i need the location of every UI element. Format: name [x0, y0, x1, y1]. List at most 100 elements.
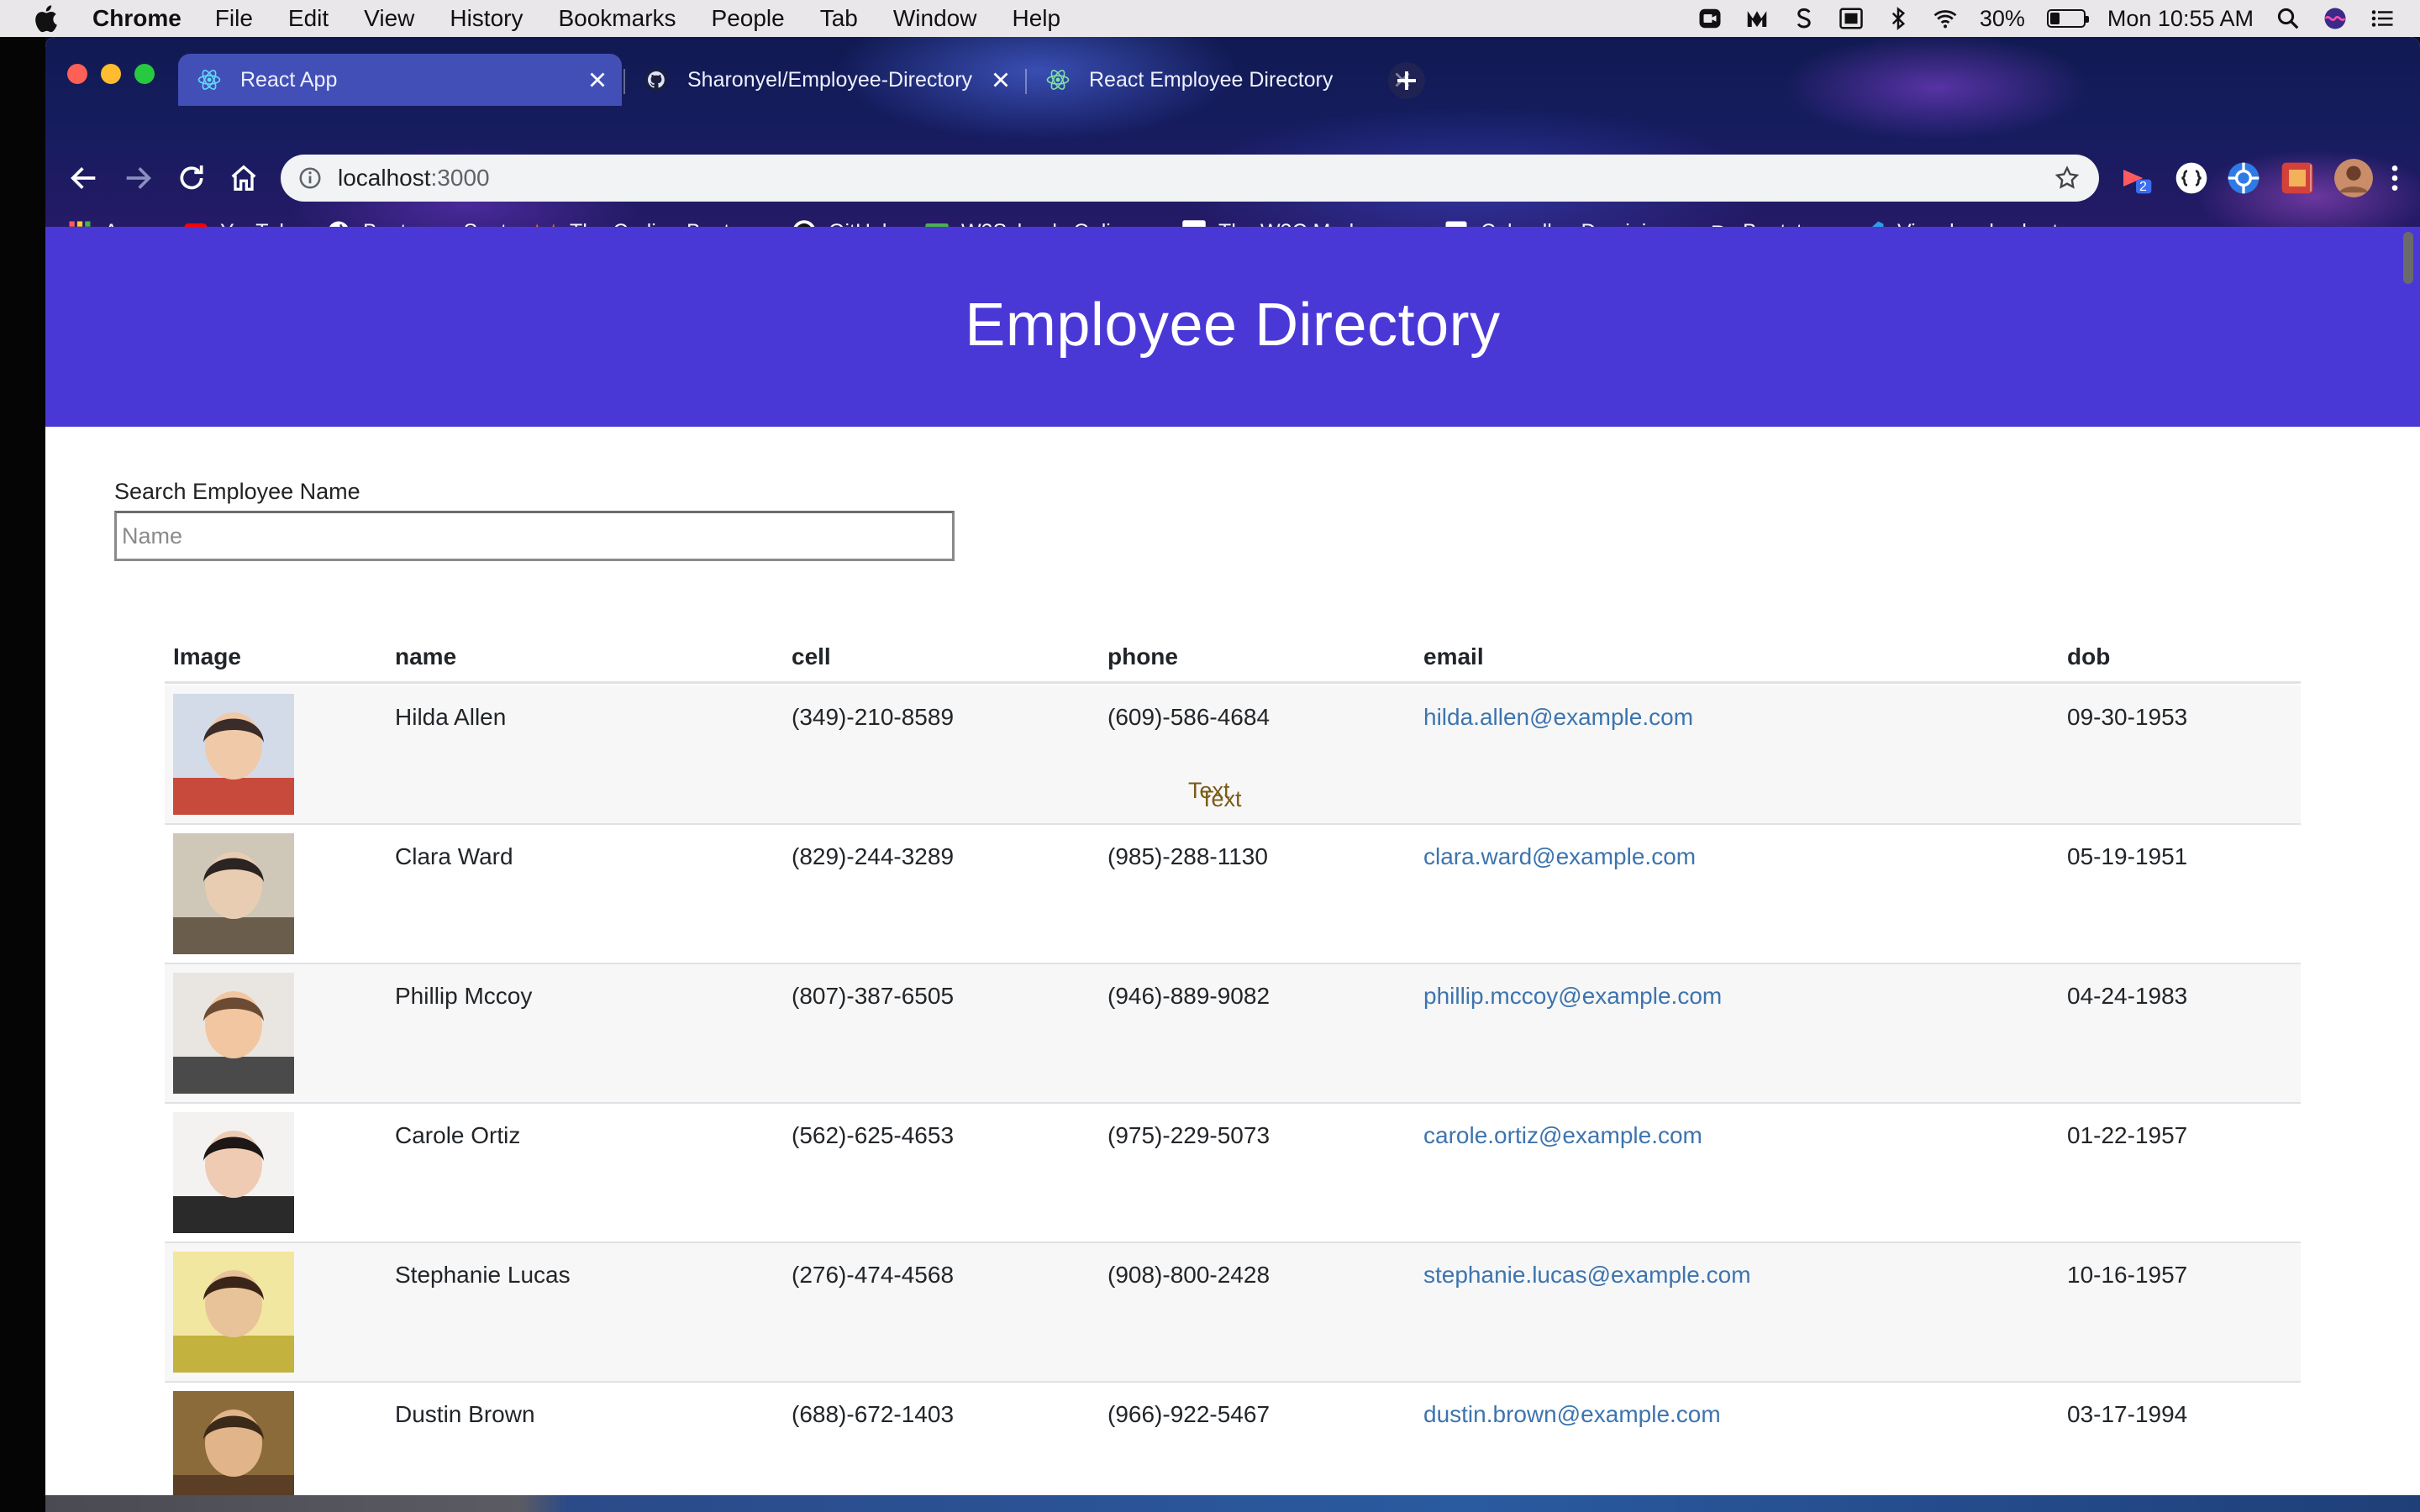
- employee-phone: (609)-586-4684: [1107, 704, 1270, 730]
- close-icon[interactable]: [988, 67, 1013, 92]
- address-bar[interactable]: localhost:3000: [281, 155, 2099, 202]
- employee-email[interactable]: phillip.mccoy@example.com: [1423, 983, 1722, 1010]
- back-arrow-icon[interactable]: [67, 161, 101, 195]
- menu-file[interactable]: File: [215, 5, 253, 32]
- profile-avatar-icon[interactable]: [2334, 159, 2373, 197]
- extension-blue-target-icon[interactable]: [2227, 161, 2260, 195]
- window-zoom-button[interactable]: [134, 64, 155, 84]
- screen-mirroring-icon[interactable]: [1839, 6, 1864, 31]
- siri-icon[interactable]: [2323, 6, 2348, 31]
- plus-icon: [1397, 71, 1416, 90]
- page-content: Employee Directory Search Employee Name …: [45, 227, 2420, 1495]
- status-tray: 30% Mon 10:55 AM: [1697, 0, 2395, 37]
- employee-cell: (829)-244-3289: [792, 843, 955, 869]
- table-row: Phillip Mccoy (807)-387-6505 (946)-889-908…: [165, 964, 2301, 1104]
- extension-cast-icon[interactable]: 2: [2119, 161, 2153, 195]
- bluetooth-icon[interactable]: [1886, 6, 1911, 31]
- menu-help[interactable]: Help: [1012, 5, 1060, 32]
- table-row: Stephanie Lucas (276)-474-4568 (908)-800-2…: [165, 1243, 2301, 1383]
- menu-window[interactable]: Window: [893, 5, 977, 32]
- column-header-image[interactable]: Image: [173, 643, 241, 670]
- home-icon[interactable]: [227, 161, 260, 195]
- column-header-name[interactable]: name: [395, 643, 456, 670]
- menu-edit[interactable]: Edit: [288, 5, 329, 32]
- menu-bookmarks[interactable]: Bookmarks: [558, 5, 676, 32]
- close-icon[interactable]: [585, 67, 610, 92]
- video-camera-icon[interactable]: [1697, 6, 1723, 31]
- employee-name: Stephanie Lucas: [395, 1262, 571, 1288]
- tab-react-employee-directory[interactable]: React Employee Directory: [1027, 54, 1427, 106]
- desktop-dock-strip: [45, 1495, 2420, 1512]
- table-row: Dustin Brown (688)-672-1403 (966)-922-5467…: [165, 1383, 2301, 1495]
- window-close-button[interactable]: [67, 64, 87, 84]
- employee-photo: [173, 1112, 294, 1233]
- employee-photo: [173, 1391, 294, 1495]
- menu-people[interactable]: People: [712, 5, 785, 32]
- tab-github-repo[interactable]: Sharonyel/Employee-Directory: [625, 54, 1025, 106]
- employee-email[interactable]: dustin.brown@example.com: [1423, 1401, 1721, 1428]
- column-header-email[interactable]: email: [1423, 643, 1484, 670]
- url-host: localhost: [338, 165, 431, 191]
- employee-email[interactable]: stephanie.lucas@example.com: [1423, 1262, 1751, 1289]
- menu-tab[interactable]: Tab: [820, 5, 858, 32]
- tab-title: Sharonyel/Employee-Directory: [687, 67, 973, 92]
- employee-email[interactable]: hilda.allen@example.com: [1423, 704, 1693, 731]
- employee-cell: (807)-387-6505: [792, 983, 955, 1009]
- employee-email[interactable]: carole.ortiz@example.com: [1423, 1122, 1702, 1149]
- react-icon: [197, 70, 221, 90]
- column-header-phone[interactable]: phone: [1107, 643, 1178, 670]
- employee-email[interactable]: clara.ward@example.com: [1423, 843, 1696, 870]
- battery-icon[interactable]: [2046, 9, 2089, 28]
- menu-history[interactable]: History: [450, 5, 523, 32]
- avatar-portrait-icon: [173, 1112, 294, 1233]
- avatar-portrait-icon: [173, 973, 294, 1094]
- hero-header: Employee Directory: [45, 227, 2420, 427]
- wifi-icon[interactable]: [1933, 6, 1958, 31]
- malwarebytes-icon[interactable]: [1744, 6, 1770, 31]
- browser-window: React App Sharonyel/Employee-Directory R…: [45, 37, 2420, 1495]
- spotlight-search-icon[interactable]: [2275, 6, 2301, 31]
- extension-badge: 2: [2139, 180, 2147, 194]
- stray-text-label: Text: [1200, 786, 1242, 811]
- column-header-cell[interactable]: cell: [792, 643, 831, 670]
- apple-icon[interactable]: [30, 2, 64, 35]
- employee-cell: (276)-474-4568: [792, 1262, 955, 1288]
- tab-title: React Employee Directory: [1089, 67, 1334, 92]
- search-input[interactable]: [114, 511, 955, 561]
- extension-json-icon[interactable]: [2175, 161, 2208, 195]
- macos-menu-bar: Chrome File Edit View History Bookmarks …: [0, 0, 2420, 37]
- column-header-dob[interactable]: dob: [2067, 643, 2110, 670]
- employee-phone: (908)-800-2428: [1107, 1262, 1270, 1288]
- search-label: Search Employee Name: [114, 479, 360, 504]
- window-minimize-button[interactable]: [101, 64, 121, 84]
- employee-phone: (985)-288-1130: [1107, 843, 1268, 869]
- dollar-s-icon[interactable]: [1791, 6, 1817, 31]
- employee-phone: (966)-922-5467: [1107, 1401, 1270, 1427]
- table-row: Carole Ortiz (562)-625-4653 (975)-229-5073…: [165, 1104, 2301, 1243]
- battery-percent[interactable]: 30%: [1980, 6, 2025, 32]
- employee-phone: (946)-889-9082: [1107, 983, 1270, 1009]
- info-icon[interactable]: [297, 165, 323, 191]
- desktop-edge: [0, 37, 45, 1512]
- bookmark-star-icon[interactable]: [2054, 165, 2081, 192]
- page-scrollbar[interactable]: [2403, 232, 2413, 284]
- menu-view[interactable]: View: [364, 5, 414, 32]
- browser-chrome: React App Sharonyel/Employee-Directory R…: [45, 37, 2420, 244]
- forward-arrow-icon[interactable]: [121, 161, 155, 195]
- menu-app-name[interactable]: Chrome: [92, 5, 182, 32]
- employee-dob: 03-17-1994: [2067, 1401, 2188, 1427]
- notification-center-icon[interactable]: [2370, 6, 2395, 31]
- employee-name: Phillip Mccoy: [395, 983, 533, 1009]
- employee-name: Hilda Allen: [395, 704, 507, 730]
- employee-name: Carole Ortiz: [395, 1122, 521, 1148]
- employee-photo: [173, 833, 294, 954]
- employee-dob: 05-19-1951: [2067, 843, 2188, 869]
- tab-react-app[interactable]: React App: [178, 54, 622, 106]
- new-tab-button[interactable]: [1388, 62, 1425, 99]
- kebab-menu-icon[interactable]: [2381, 161, 2408, 195]
- react-icon: [1046, 70, 1070, 90]
- clock[interactable]: Mon 10:55 AM: [2107, 6, 2254, 32]
- reload-icon[interactable]: [175, 161, 208, 195]
- tab-title: React App: [240, 67, 338, 92]
- employee-cell: (349)-210-8589: [792, 704, 955, 730]
